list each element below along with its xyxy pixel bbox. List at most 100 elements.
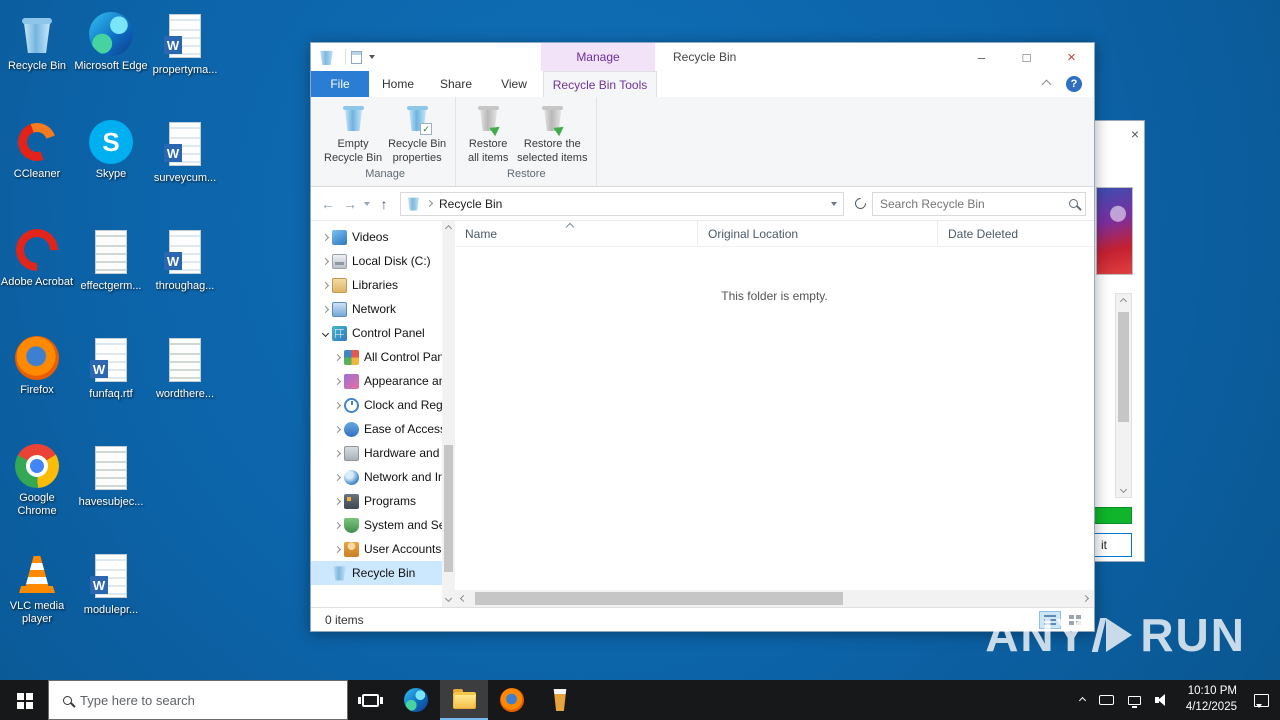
search-box[interactable] bbox=[872, 191, 1086, 216]
recycle-bin-properties-button[interactable]: ✓ Recycle Bin properties bbox=[385, 100, 449, 166]
back-button[interactable]: ← bbox=[317, 196, 339, 212]
tab-recycle-bin-tools[interactable]: Recycle Bin Tools bbox=[543, 71, 657, 97]
action-center-button[interactable] bbox=[1247, 680, 1276, 720]
desktop-icon-modulepr[interactable]: modulepr... bbox=[74, 544, 148, 652]
tab-share[interactable]: Share bbox=[427, 71, 485, 97]
up-button[interactable]: ↑ bbox=[373, 196, 395, 212]
network-icon[interactable] bbox=[1121, 680, 1148, 720]
tree-item-local-disk-c[interactable]: Local Disk (C:) bbox=[311, 249, 442, 273]
chevron-right-icon[interactable] bbox=[319, 305, 332, 313]
close-button[interactable]: × bbox=[1049, 43, 1094, 71]
scroll-up-icon[interactable] bbox=[442, 221, 455, 236]
desktop-icon-microsoft-edge[interactable]: Microsoft Edge bbox=[74, 4, 148, 112]
touch-keyboard-icon[interactable] bbox=[1092, 680, 1121, 720]
chevron-right-icon[interactable] bbox=[331, 497, 344, 505]
tab-home[interactable]: Home bbox=[369, 71, 427, 97]
taskbar-search-input[interactable] bbox=[80, 692, 337, 708]
chevron-right-icon[interactable] bbox=[331, 473, 344, 481]
tree-item-user-accounts[interactable]: User Accounts bbox=[311, 537, 442, 561]
tree-item-recycle-bin[interactable]: Recycle Bin bbox=[311, 561, 442, 585]
desktop-icon-vlc[interactable]: VLC media player bbox=[0, 544, 74, 652]
collapse-ribbon-icon[interactable] bbox=[1041, 79, 1052, 89]
chevron-right-icon[interactable] bbox=[331, 545, 344, 553]
quick-access-properties-icon[interactable] bbox=[351, 50, 362, 64]
restore-all-items-button[interactable]: Restore all items bbox=[462, 100, 514, 166]
taskbar-firefox-button[interactable] bbox=[488, 680, 536, 720]
column-header-original-location[interactable]: Original Location bbox=[698, 221, 938, 246]
minimize-button[interactable]: – bbox=[959, 43, 1004, 71]
tree-item-network[interactable]: Network bbox=[311, 297, 442, 321]
scroll-left-icon[interactable] bbox=[455, 590, 472, 607]
search-input[interactable] bbox=[880, 196, 1065, 211]
recent-locations-icon[interactable] bbox=[364, 201, 370, 206]
column-header-name[interactable]: Name bbox=[455, 221, 698, 246]
chevron-right-icon[interactable] bbox=[319, 257, 332, 265]
breadcrumb-location[interactable]: Recycle Bin bbox=[439, 197, 502, 211]
customize-quick-access-icon[interactable] bbox=[369, 55, 375, 59]
scroll-down-icon[interactable] bbox=[1116, 482, 1131, 497]
address-box[interactable]: Recycle Bin bbox=[400, 191, 844, 216]
tree-item-ease-of-access[interactable]: Ease of Access bbox=[311, 417, 442, 441]
background-window-close-icon[interactable]: × bbox=[1131, 126, 1139, 142]
help-icon[interactable]: ? bbox=[1066, 76, 1082, 92]
start-button[interactable] bbox=[0, 680, 48, 720]
desktop-icon-google-chrome[interactable]: Google Chrome bbox=[0, 436, 74, 544]
scrollbar-thumb[interactable] bbox=[1118, 312, 1129, 422]
tree-item-videos[interactable]: Videos bbox=[311, 225, 442, 249]
tree-item-hardware[interactable]: Hardware and bbox=[311, 441, 442, 465]
taskbar-edge-button[interactable] bbox=[392, 680, 440, 720]
desktop-icon-adobe-acrobat[interactable]: Adobe Acrobat bbox=[0, 220, 74, 328]
scrollbar-thumb[interactable] bbox=[475, 592, 843, 605]
scrollbar-thumb[interactable] bbox=[444, 444, 453, 573]
tree-item-libraries[interactable]: Libraries bbox=[311, 273, 442, 297]
refresh-icon[interactable] bbox=[852, 195, 869, 212]
desktop-icon-firefox[interactable]: Firefox bbox=[0, 328, 74, 436]
chevron-right-icon[interactable] bbox=[319, 233, 332, 241]
desktop-icon-recycle-bin[interactable]: Recycle Bin bbox=[0, 4, 74, 112]
scroll-right-icon[interactable] bbox=[1077, 590, 1094, 607]
tree-item-all-control-panel-items[interactable]: All Control Pan bbox=[311, 345, 442, 369]
chevron-right-icon[interactable] bbox=[331, 377, 344, 385]
tree-item-clock-and-region[interactable]: Clock and Regi bbox=[311, 393, 442, 417]
tree-item-programs[interactable]: Programs bbox=[311, 489, 442, 513]
tab-view[interactable]: View bbox=[485, 71, 543, 97]
desktop-icon-funfaq[interactable]: funfaq.rtf bbox=[74, 328, 148, 436]
desktop-icon-throughag[interactable]: throughag... bbox=[148, 220, 222, 328]
restore-selected-items-button[interactable]: Restore the selected items bbox=[514, 100, 590, 166]
chevron-right-icon[interactable] bbox=[331, 353, 344, 361]
empty-recycle-bin-button[interactable]: Empty Recycle Bin bbox=[321, 100, 385, 166]
taskbar-app-button[interactable] bbox=[536, 680, 584, 720]
column-header-date-deleted[interactable]: Date Deleted bbox=[938, 221, 1094, 246]
show-hidden-icons-button[interactable] bbox=[1073, 680, 1092, 720]
scroll-up-icon[interactable] bbox=[1116, 294, 1131, 309]
taskbar-file-explorer-button[interactable] bbox=[440, 680, 488, 720]
desktop-icon-havesubjec[interactable]: havesubjec... bbox=[74, 436, 148, 544]
chevron-right-icon[interactable] bbox=[331, 401, 344, 409]
desktop-icon-surveycum[interactable]: surveycum... bbox=[148, 112, 222, 220]
forward-button[interactable]: → bbox=[339, 196, 361, 212]
scroll-down-icon[interactable] bbox=[442, 591, 455, 606]
tree-item-control-panel[interactable]: Control Panel bbox=[311, 321, 442, 345]
horizontal-scrollbar[interactable] bbox=[455, 590, 1094, 607]
chevron-right-icon[interactable] bbox=[319, 281, 332, 289]
taskbar-clock[interactable]: 10:10 PM 4/12/2025 bbox=[1176, 684, 1247, 715]
chevron-right-icon[interactable] bbox=[331, 521, 344, 529]
desktop-icon-effectgerm[interactable]: effectgerm... bbox=[74, 220, 148, 328]
desktop-icon-wordthere[interactable]: wordthere... bbox=[148, 328, 222, 436]
maximize-button[interactable]: □ bbox=[1004, 43, 1049, 71]
tree-item-appearance[interactable]: Appearance an bbox=[311, 369, 442, 393]
chevron-down-icon[interactable] bbox=[319, 329, 332, 337]
task-view-button[interactable] bbox=[348, 680, 392, 720]
chevron-right-icon[interactable] bbox=[331, 425, 344, 433]
chevron-right-icon[interactable] bbox=[331, 449, 344, 457]
address-dropdown-icon[interactable] bbox=[831, 201, 837, 206]
tree-item-system-and-security[interactable]: System and Se bbox=[311, 513, 442, 537]
volume-icon[interactable] bbox=[1148, 680, 1176, 720]
taskbar-search-box[interactable] bbox=[48, 680, 348, 720]
desktop-icon-ccleaner[interactable]: CCleaner bbox=[0, 112, 74, 220]
tab-file[interactable]: File bbox=[311, 71, 369, 97]
tree-item-network-and-internet[interactable]: Network and In bbox=[311, 465, 442, 489]
desktop-icon-propertyma[interactable]: propertyma... bbox=[148, 4, 222, 112]
background-window-scrollbar[interactable] bbox=[1115, 293, 1132, 498]
desktop-icon-skype[interactable]: Skype bbox=[74, 112, 148, 220]
